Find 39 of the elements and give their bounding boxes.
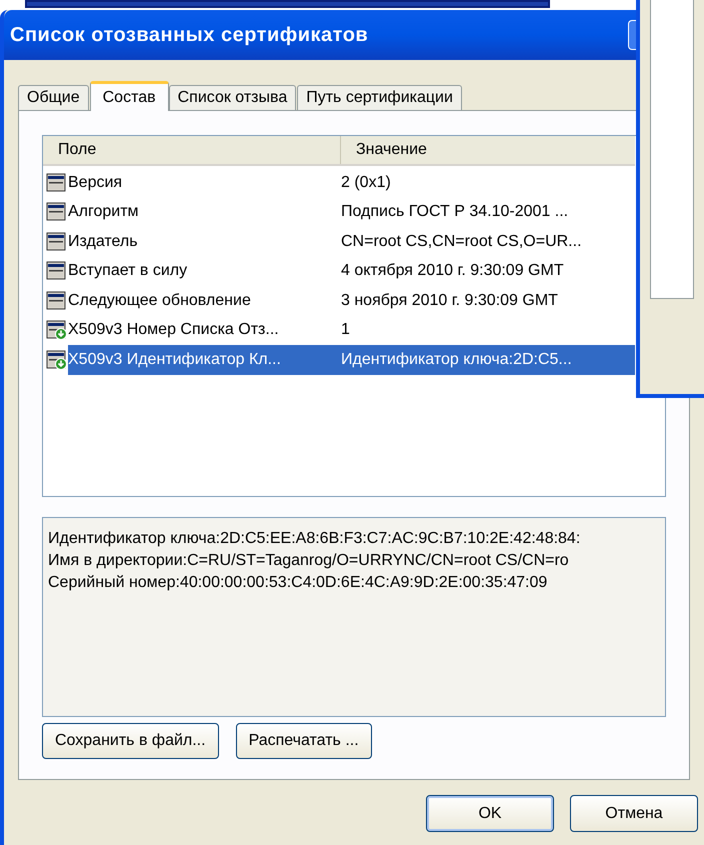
list-row[interactable]: Алгоритм Подпись ГОСТ Р 34.10-2001 ... [43,198,635,227]
panel-button[interactable]: Распечатать ... [236,723,372,759]
list-row[interactable]: Вступает в силу 4 октября 2010 г. 9:30:09 GMT [43,256,635,286]
window-icon [46,261,68,282]
field-name: Издатель [68,232,139,252]
detail-line: Идентификатор ключа:2D:C5:EE:A8:6B:F3:C7:AC:9C:B7:10:2E:42:48:84: [48,529,580,549]
field-name: Версия [68,172,124,193]
column-header[interactable]: Значение [341,136,635,164]
window-icon [46,290,68,311]
panel-button[interactable]: Сохранить в файл... [42,723,219,759]
field-value: 2 (0x1) [341,172,391,193]
tab[interactable]: Список отзыва [168,85,296,110]
ok-button[interactable]: OK [426,795,554,832]
field-name: Алгоритм [68,202,140,222]
window-icon [46,232,68,252]
field-value: 1 [341,320,350,340]
detail-line: Серийный номер:40:00:00:00:53:C4:0D:6E:4C:A9:9D:2E:00:35:47:09 [48,573,548,593]
field-value: Идентификатор ключа:2D:C5... [341,350,572,370]
field-name: X509v3 Номер Списка Отз... [68,320,280,340]
field-value: 3 ноября 2010 г. 9:30:09 GMT [341,290,558,311]
cancel-button[interactable]: Отмена [570,795,698,832]
window-icon [46,172,68,193]
field-value: Подпись ГОСТ Р 34.10-2001 ... [341,202,568,222]
list-row[interactable]: X509v3 Номер Списка Отз... 1 [43,316,635,345]
tab[interactable]: Общие [18,85,89,110]
tab[interactable]: Путь сертификации [297,85,462,110]
field-name: X509v3 Идентификатор Кл... [68,350,282,370]
detail-line: Имя в директории:C=RU/ST=Taganrog/O=URRYNC/CN=root CS/CN=ro [48,551,569,571]
window-title: Список отозванных сертификатов [10,23,368,48]
list-row[interactable]: Версия 2 (0x1) [43,168,635,198]
field-name: Следующее обновление [68,290,252,311]
field-value: CN=root CS,CN=root CS,O=UR... [341,232,582,252]
column-header[interactable]: Поле [43,136,341,164]
field-name: Вступает в силу [68,261,188,282]
window-icon [46,202,68,222]
list-row[interactable]: Издатель CN=root CS,CN=root CS,O=UR... [43,227,635,256]
list-row[interactable]: Следующее обновление 3 ноября 2010 г. 9:30:09 GMT [43,286,635,316]
field-value: 4 октября 2010 г. 9:30:09 GMT [341,261,564,282]
tab[interactable]: Состав [90,81,169,111]
